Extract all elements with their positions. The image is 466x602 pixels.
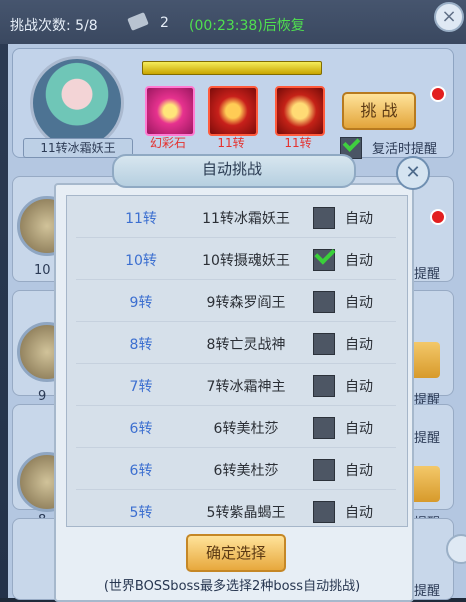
auto-checkbox[interactable] [313,459,335,481]
boss-name: 11转冰霜妖王 [202,211,290,227]
boss-name: 9转森罗阎王 [206,295,286,311]
ticket-count: 2 [160,15,169,31]
auto-checkbox[interactable] [313,333,335,355]
red-equipment-icon[interactable] [208,86,258,136]
auto-checkbox[interactable] [313,249,335,271]
auto-checkbox[interactable] [313,207,335,229]
auto-checkbox[interactable] [313,375,335,397]
recovery-timer: (00:23:38)后恢复 [189,18,305,34]
revive-remind-label: 复活时提醒 [372,142,438,157]
item-label: 11转 [284,136,312,150]
challenge-count-label: 挑战次数: 5/8 [10,18,98,34]
boss-select-row[interactable]: 8转 8转亡灵战神 自动 [66,322,406,364]
auto-checkbox[interactable] [313,417,335,439]
remind-label: 提醒 [414,267,441,282]
boss-select-row[interactable]: 5转 5转紫晶蝎王 自动 [66,490,406,532]
auto-label: 自动 [345,337,373,353]
auto-label: 自动 [345,505,373,521]
auto-label: 自动 [345,379,373,395]
ticket-icon [127,12,149,31]
boss-name-label: 11转冰霜妖王 [23,138,133,158]
confirm-selection-button[interactable]: 确定选择 [186,534,286,572]
auto-label: 自动 [345,421,373,437]
boss-select-row[interactable]: 6转 6转美杜莎 自动 [66,406,406,448]
item-label: 幻彩石 [149,136,186,150]
boss-name: 6转美杜莎 [213,463,279,479]
challenge-button[interactable]: 挑 战 [342,92,416,130]
boss-portrait[interactable] [30,56,124,150]
pink-gem-icon[interactable] [145,86,195,136]
boss-select-row[interactable]: 11转 11转冰霜妖王 自动 [66,196,406,238]
auto-label: 自动 [345,211,373,227]
boss-select-row[interactable]: 7转 7转冰霜神主 自动 [66,364,406,406]
boss-select-row[interactable]: 10转 10转摄魂妖王 自动 [66,238,406,280]
notification-dot [430,209,446,225]
auto-checkbox[interactable] [313,501,335,523]
selection-limit-note: (世界BOSSboss最多选择2种boss自动挑战) [103,579,361,594]
boss-name: 8转亡灵战神 [206,337,286,353]
close-icon[interactable]: ✕ [396,156,430,190]
boss-level-fragment: 9 [38,389,47,404]
boss-level-fragment: 10 [34,263,51,278]
auto-checkbox[interactable] [313,291,335,313]
auto-label: 自动 [345,463,373,479]
remind-label: 提醒 [414,431,441,446]
boss-name: 5转紫晶蝎王 [206,505,286,521]
boss-select-row[interactable]: 6转 6转美杜莎 自动 [66,448,406,490]
boss-name: 7转冰霜神主 [206,379,286,395]
status-bar: 挑战次数: 5/8 2 (00:23:38)后恢复 [0,0,466,44]
item-label: 11转 [217,136,245,150]
auto-label: 自动 [345,295,373,311]
notification-dot [430,86,446,102]
dialog-title: 自动挑战 [201,160,262,178]
game-window: 11转冰霜妖王 幻彩石 11转 11转 挑 战 复活时提醒 10 提醒 9 提醒… [0,0,466,602]
auto-label: 自动 [345,253,373,269]
remind-label: 提醒 [414,584,441,599]
boss-name: 10转摄魂妖王 [202,253,290,269]
red-equipment-icon[interactable] [275,86,325,136]
boss-hp-bar [142,61,322,75]
boss-name: 6转美杜莎 [213,421,279,437]
close-icon[interactable]: × [434,2,464,32]
boss-select-row[interactable]: 9转 9转森罗阎王 自动 [66,280,406,322]
